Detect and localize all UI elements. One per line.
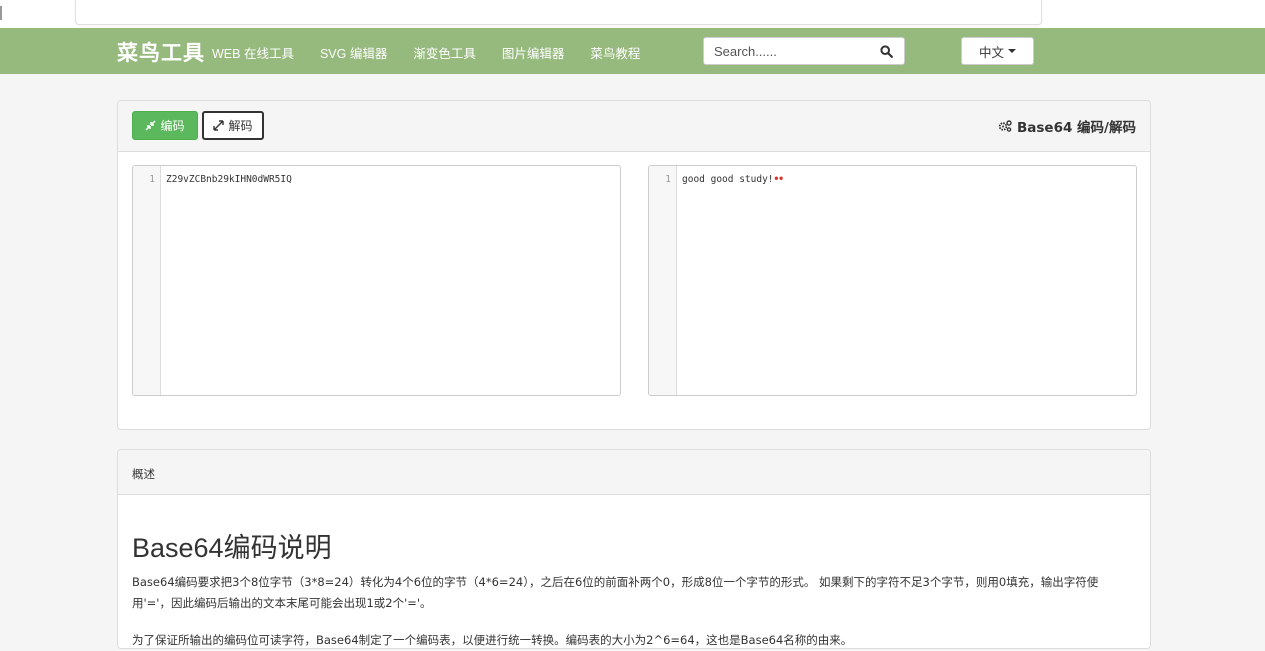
language-dropdown[interactable]: 中文 <box>961 37 1034 65</box>
expand-arrows-icon <box>213 120 225 131</box>
language-label: 中文 <box>978 44 1004 60</box>
editor-text: Z29vZCBnb29kIHN0dWR5IQ <box>166 174 292 185</box>
special-char-marker: •• <box>773 174 785 185</box>
nav-link-gradient-tool[interactable]: 渐变色工具 <box>413 43 476 62</box>
encode-button[interactable]: 编码 <box>132 111 198 140</box>
line-number: 1 <box>665 174 671 185</box>
gears-icon <box>998 120 1012 132</box>
nav-link-image-editor[interactable]: 图片编辑器 <box>502 43 565 62</box>
doc-paragraph-2: 为了保证所输出的编码位可读字符，Base64制定了一个编码表，以便进行统一转换。… <box>132 633 853 647</box>
top-left-marker <box>0 6 2 20</box>
search-icon <box>880 44 893 58</box>
doc-paragraph: Base64编码要求把3个8位字节（3*8=24）转化为4个6位的字节（4*6=… <box>132 575 1099 610</box>
site-logo[interactable]: 菜鸟工具 <box>117 37 205 67</box>
tool-panel-header: 编码 解码 Base64 编码/解码 <box>118 101 1150 152</box>
nav-link-svg-editor[interactable]: SVG 编辑器 <box>320 43 387 62</box>
base64-tool-panel: 编码 解码 Base64 编码/解码 1 Z29vZCBnb29kIHN0dWR… <box>117 100 1151 430</box>
search-input[interactable] <box>703 37 871 65</box>
tool-title: Base64 编码/解码 <box>998 116 1136 136</box>
encode-label: 编码 <box>160 119 185 133</box>
line-gutter: 1 <box>649 166 677 395</box>
navbar: 菜鸟工具 WEB 在线工具 SVG 编辑器 渐变色工具 图片编辑器 菜鸟教程 中… <box>0 28 1265 74</box>
nav-link-web-tools[interactable]: WEB 在线工具 <box>212 43 294 62</box>
overview-header-label: 概述 <box>132 467 155 481</box>
overview-header: 概述 <box>118 450 1150 495</box>
nav-link-tutorials[interactable]: 菜鸟教程 <box>590 43 640 62</box>
overview-panel: 概述 Base64编码说明 Base64编码要求把3个8位字节（3*8=24）转… <box>117 449 1151 649</box>
compress-arrows-icon <box>145 120 157 131</box>
editor-text-line: good good study!•• <box>682 174 785 185</box>
tool-title-text: Base64 编码/解码 <box>1016 120 1136 136</box>
plain-text-editor[interactable]: 1 good good study!•• <box>648 165 1137 396</box>
browser-top-strip <box>0 0 1265 28</box>
line-number: 1 <box>149 174 155 185</box>
caret-down-icon <box>1008 49 1016 53</box>
base64-input-editor[interactable]: 1 Z29vZCBnb29kIHN0dWR5IQ <box>132 165 621 396</box>
top-bar-box <box>75 0 1042 25</box>
line-gutter: 1 <box>133 166 161 395</box>
doc-heading: Base64编码说明 <box>132 533 332 563</box>
nav-links: WEB 在线工具 SVG 编辑器 渐变色工具 图片编辑器 菜鸟教程 <box>212 43 666 62</box>
search-button[interactable] <box>869 37 905 65</box>
editor-text: good good study! <box>682 174 774 185</box>
decode-button[interactable]: 解码 <box>202 111 264 140</box>
decode-label: 解码 <box>228 119 253 133</box>
